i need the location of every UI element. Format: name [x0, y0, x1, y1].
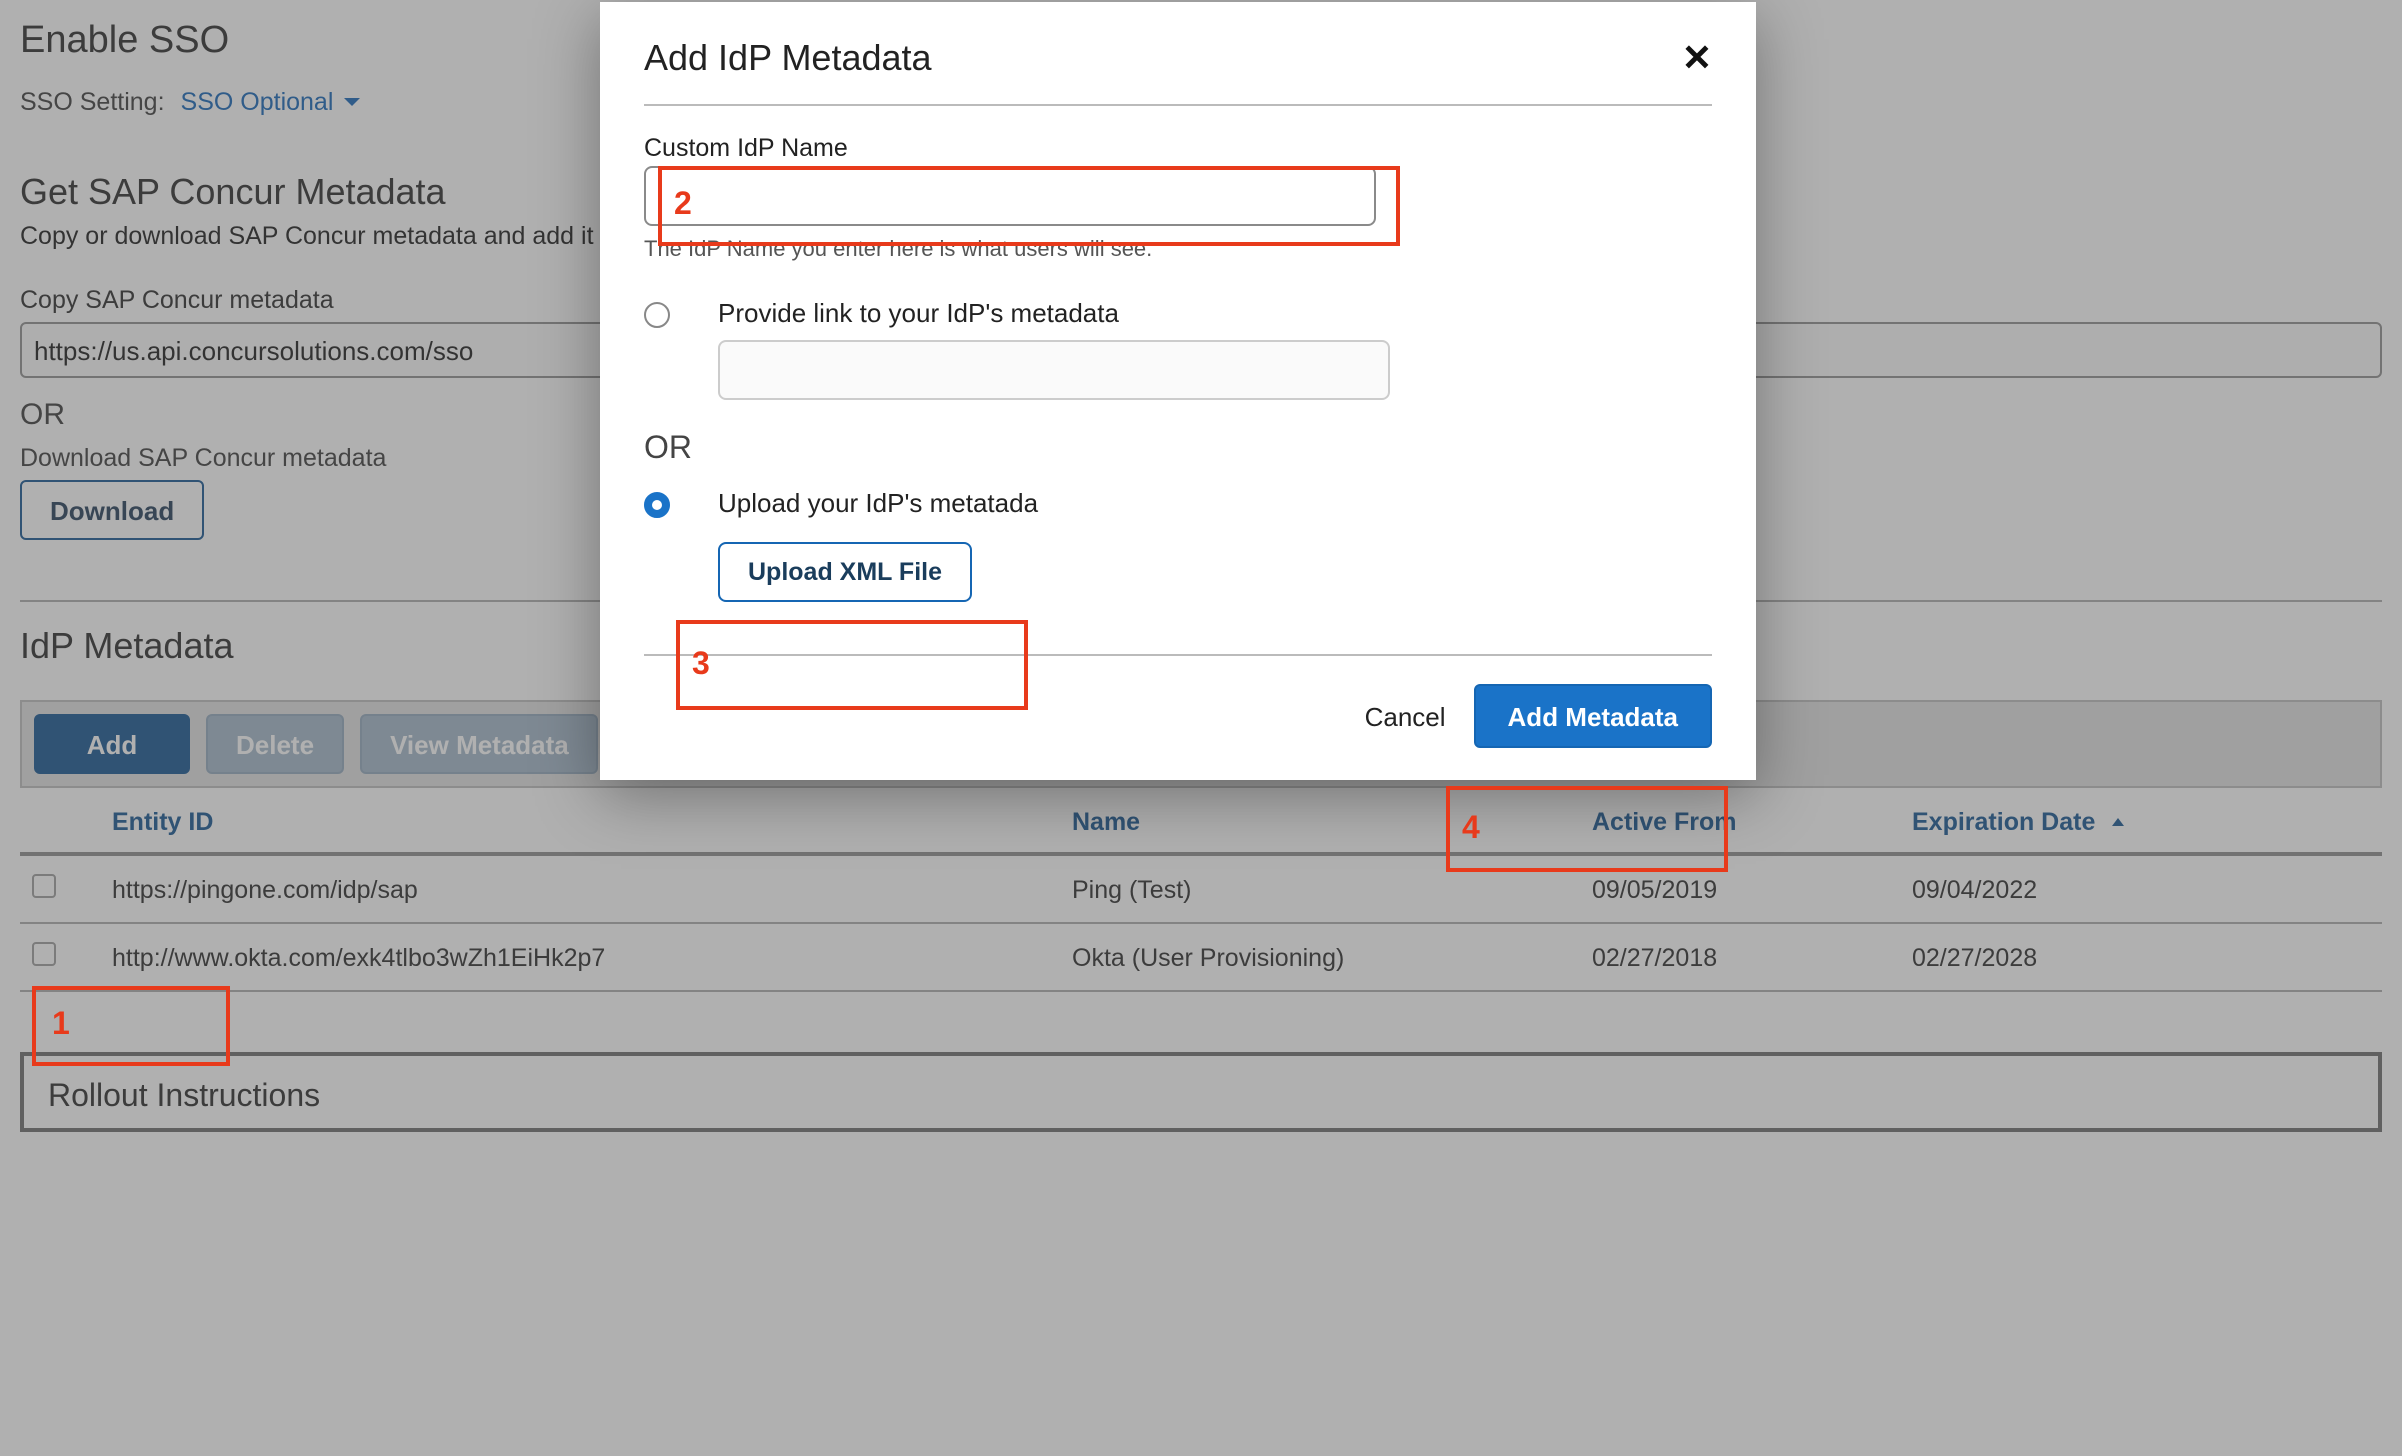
cancel-button[interactable]: Cancel — [1365, 701, 1446, 731]
radio-upload[interactable] — [644, 492, 670, 518]
upload-xml-button[interactable]: Upload XML File — [718, 542, 972, 602]
custom-idp-name-label: Custom IdP Name — [644, 134, 1712, 162]
custom-idp-name-hint: The IdP Name you enter here is what user… — [644, 238, 1712, 262]
close-icon[interactable]: ✕ — [1682, 38, 1712, 80]
add-metadata-button[interactable]: Add Metadata — [1474, 684, 1712, 748]
modal-footer-divider — [644, 654, 1712, 656]
add-idp-modal: Add IdP Metadata ✕ Custom IdP Name The I… — [600, 2, 1756, 780]
radio-provide-link[interactable] — [644, 302, 670, 328]
modal-divider — [644, 104, 1712, 106]
provide-link-label: Provide link to your IdP's metadata — [718, 298, 1712, 328]
or-label-modal: OR — [644, 432, 1712, 468]
idp-link-input[interactable] — [718, 340, 1390, 400]
custom-idp-name-input[interactable] — [644, 166, 1376, 226]
upload-label: Upload your IdP's metatada — [718, 488, 1712, 518]
modal-title: Add IdP Metadata — [644, 38, 932, 80]
